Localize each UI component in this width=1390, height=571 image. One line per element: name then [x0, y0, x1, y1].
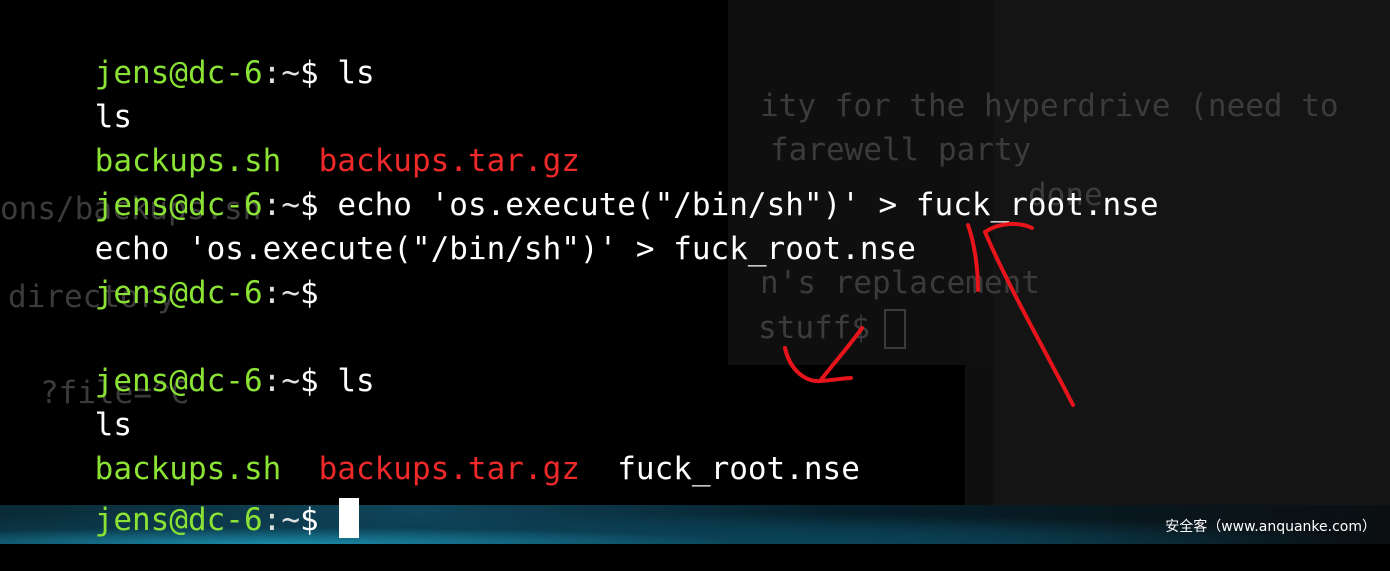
annotation-arrow-long [966, 221, 1075, 407]
watermark: 安全客（www.anquanke.com） [1165, 519, 1376, 535]
annotation-layer [783, 221, 1075, 407]
annotation-arrow-check [783, 326, 864, 384]
